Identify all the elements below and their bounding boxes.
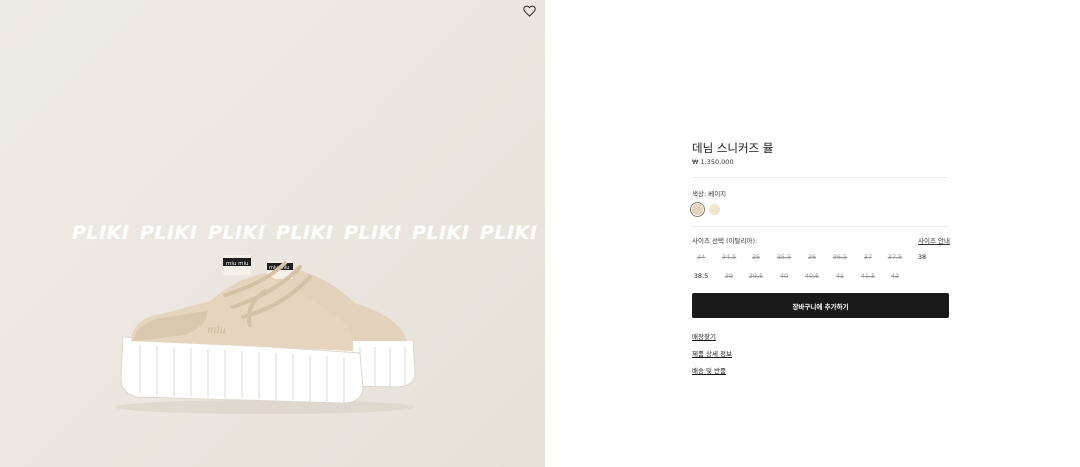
color-label: 색상: 베이지: [692, 190, 727, 198]
shipping-returns-link[interactable]: 배송 및 반품: [692, 365, 726, 375]
size-option[interactable]: 39,5: [743, 270, 769, 282]
heart-icon[interactable]: [523, 5, 536, 17]
size-option[interactable]: 41,5: [855, 270, 881, 282]
watermark-text: PLIKI: [412, 222, 470, 244]
size-option[interactable]: 42: [882, 270, 908, 282]
store-finder-link[interactable]: 매장찾기: [692, 331, 716, 341]
size-option[interactable]: 41: [827, 270, 853, 282]
watermark-text: PLIKI: [140, 222, 198, 244]
size-option[interactable]: 40: [771, 270, 797, 282]
watermark-text: PLIKI: [208, 222, 266, 244]
size-option[interactable]: 38: [909, 251, 935, 263]
color-swatch-light[interactable]: [709, 204, 720, 215]
svg-text:miu miu: miu miu: [226, 261, 249, 267]
product-info-panel: 데님 스니커즈 뮬 ₩ 1,350,000 색상: 베이지 사이즈 선택 (이탈…: [692, 0, 950, 467]
size-option[interactable]: 37,5: [882, 251, 908, 263]
product-image: PLIKI PLIKI PLIKI PLIKI PLIKI PLIKI PLIK…: [0, 0, 545, 467]
watermark-text: PLIKI: [480, 222, 538, 244]
size-option[interactable]: 39: [716, 270, 742, 282]
size-option[interactable]: 36,5: [827, 251, 853, 263]
sneaker-mule-illustration: miu miu miu miu miu: [115, 255, 416, 414]
size-option[interactable]: 34,5: [716, 251, 742, 263]
divider: [692, 177, 949, 178]
size-option[interactable]: 35: [743, 251, 769, 263]
size-option[interactable]: 38,5: [688, 270, 714, 282]
size-guide-link[interactable]: 사이즈 안내: [918, 235, 950, 245]
size-option[interactable]: 34: [688, 251, 714, 263]
size-label: 사이즈 선택 (이탈리아):: [692, 237, 758, 245]
product-title: 데님 스니커즈 뮬: [692, 141, 774, 155]
size-option[interactable]: 35,5: [771, 251, 797, 263]
watermark-text: PLIKI: [344, 222, 402, 244]
watermark-text: PLIKI: [276, 222, 334, 244]
svg-text:miu: miu: [207, 325, 226, 336]
watermark: PLIKI PLIKI PLIKI PLIKI PLIKI PLIKI PLIK…: [72, 222, 545, 246]
add-to-cart-button[interactable]: 장바구니에 추가하기: [692, 293, 949, 318]
watermark-text: PLIKI: [72, 222, 130, 244]
product-details-link[interactable]: 제품 상세 정보: [692, 348, 732, 358]
color-swatch-beige[interactable]: [692, 204, 703, 215]
product-price: ₩ 1,350,000: [692, 158, 734, 166]
size-option[interactable]: 40,5: [799, 270, 825, 282]
divider: [692, 226, 949, 227]
size-option[interactable]: 37: [855, 251, 881, 263]
size-option[interactable]: 36: [799, 251, 825, 263]
